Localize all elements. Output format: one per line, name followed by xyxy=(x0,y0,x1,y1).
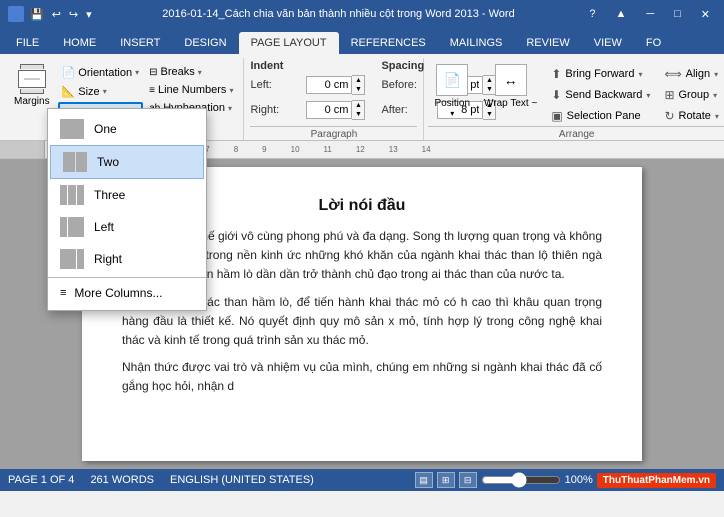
window-title: 2016-01-14_Cách chia văn bản thành nhiều… xyxy=(94,8,584,20)
column-left-icon xyxy=(60,217,84,237)
maximize-button[interactable]: □ xyxy=(668,6,687,23)
help-button[interactable]: ? xyxy=(583,6,601,23)
quick-access-toolbar: 💾 ↩ ↪ ▾ xyxy=(28,8,94,21)
align-button[interactable]: ⟺ Align ▾ xyxy=(658,64,724,84)
indent-left-up[interactable]: ▲ xyxy=(352,76,364,85)
view-full-button[interactable]: ⊞ xyxy=(437,472,455,488)
view-print-button[interactable]: ▤ xyxy=(415,472,433,488)
column-right-label: Right xyxy=(94,252,122,266)
indent-right-down[interactable]: ▼ xyxy=(352,110,364,119)
column-left-label: Left xyxy=(94,220,114,234)
column-three-label: Three xyxy=(94,188,125,202)
ribbon-collapse-button[interactable]: ▲ xyxy=(609,6,632,23)
tab-design[interactable]: DESIGN xyxy=(172,32,238,54)
position-label: Position xyxy=(434,98,470,109)
save-button[interactable]: 💾 xyxy=(28,8,46,21)
column-two-option[interactable]: Two xyxy=(50,145,204,179)
column-two-icon xyxy=(63,152,87,172)
wrap-text-button[interactable]: ↔ Wrap Text ~ xyxy=(478,60,543,113)
tab-insert[interactable]: INSERT xyxy=(108,32,172,54)
column-one-option[interactable]: One xyxy=(48,113,206,145)
more-columns-option[interactable]: ≡ More Columns... xyxy=(48,280,206,306)
zoom-slider[interactable] xyxy=(481,474,561,486)
breaks-button[interactable]: ⊟ Breaks ▾ xyxy=(145,64,237,80)
tab-references[interactable]: REFERENCES xyxy=(339,32,438,54)
indent-left-down[interactable]: ▼ xyxy=(352,85,364,94)
bring-forward-label: Bring Forward xyxy=(565,68,634,80)
column-three-option[interactable]: Three xyxy=(48,179,206,211)
status-left: PAGE 1 OF 4 261 WORDS ENGLISH (UNITED ST… xyxy=(8,474,314,486)
column-left-option[interactable]: Left xyxy=(48,211,206,243)
wrap-text-label: Wrap Text ~ xyxy=(484,98,537,109)
send-backward-label: Send Backward xyxy=(565,89,642,101)
tab-home[interactable]: HOME xyxy=(51,32,108,54)
tab-file[interactable]: FILE xyxy=(4,32,51,54)
tab-view[interactable]: VIEW xyxy=(582,32,634,54)
group-objects-button[interactable]: ⊞ Group ▾ xyxy=(658,85,724,105)
indent-left-input[interactable] xyxy=(306,76,352,94)
status-bar: PAGE 1 OF 4 261 WORDS ENGLISH (UNITED ST… xyxy=(0,469,724,491)
selection-pane-button[interactable]: ▣ Selection Pane xyxy=(545,106,656,126)
dropdown-divider xyxy=(48,277,206,278)
line-numbers-button[interactable]: ≡ Line Numbers ▾ xyxy=(145,82,237,98)
orientation-button[interactable]: 📄 Orientation ▾ xyxy=(58,64,144,81)
more-columns-label: More Columns... xyxy=(74,286,162,300)
position-button[interactable]: 📄 Position ▾ xyxy=(428,60,476,122)
zoom-level: 100% xyxy=(565,474,593,486)
column-right-icon xyxy=(60,249,84,269)
title-bar-controls: ? ▲ ─ □ ✕ xyxy=(583,6,716,23)
paragraph-group-label: Paragraph xyxy=(250,126,417,140)
bring-forward-button[interactable]: ⬆ Bring Forward ▾ xyxy=(545,64,656,84)
tab-fo[interactable]: FO xyxy=(634,32,673,54)
column-two-label: Two xyxy=(97,155,119,169)
rotate-button[interactable]: ↻ Rotate ▾ xyxy=(658,106,724,126)
tab-mailings[interactable]: MAILINGS xyxy=(438,32,515,54)
title-bar-left: 💾 ↩ ↪ ▾ xyxy=(8,6,94,22)
customize-button[interactable]: ▾ xyxy=(84,8,94,21)
redo-button[interactable]: ↪ xyxy=(67,8,80,21)
undo-button[interactable]: ↩ xyxy=(50,8,63,21)
status-right: ▤ ⊞ ⊟ 100% ThuThuatPhanMem.vn xyxy=(415,472,716,488)
group-arrange: 📄 Position ▾ ↔ Wrap Text ~ ⬆ Bring Forwa… xyxy=(424,58,724,140)
orientation-label: Orientation xyxy=(78,67,132,79)
size-label: Size xyxy=(78,86,99,98)
indent-right-label: Right: xyxy=(250,104,302,116)
selection-pane-label: Selection Pane xyxy=(567,110,641,122)
word-count: 261 WORDS xyxy=(90,474,154,486)
language: ENGLISH (UNITED STATES) xyxy=(170,474,314,486)
group-indent-spacing: Indent Left: ▲ ▼ Right: xyxy=(244,58,424,140)
tab-review[interactable]: REVIEW xyxy=(514,32,581,54)
ruler-margin-left xyxy=(0,141,45,159)
arrange-group-label: Arrange xyxy=(428,126,724,140)
view-web-button[interactable]: ⊟ xyxy=(459,472,477,488)
size-button[interactable]: 📐 Size ▾ xyxy=(58,83,144,100)
margins-label: Margins xyxy=(14,96,50,107)
indent-right-input[interactable] xyxy=(306,101,352,119)
indent-left-label: Left: xyxy=(250,79,302,91)
column-three-icon xyxy=(60,185,84,205)
column-one-label: One xyxy=(94,122,117,136)
column-right-option[interactable]: Right xyxy=(48,243,206,275)
minimize-button[interactable]: ─ xyxy=(640,6,660,23)
page-count: PAGE 1 OF 4 xyxy=(8,474,74,486)
word-icon xyxy=(8,6,24,22)
title-bar: 💾 ↩ ↪ ▾ 2016-01-14_Cách chia văn bản thà… xyxy=(0,0,724,28)
margins-button[interactable]: Margins xyxy=(8,60,56,111)
indent-header: Indent xyxy=(250,60,365,72)
ribbon-tab-bar: FILE HOME INSERT DESIGN PAGE LAYOUT REFE… xyxy=(0,28,724,54)
column-one-icon xyxy=(60,119,84,139)
send-backward-button[interactable]: ⬇ Send Backward ▾ xyxy=(545,85,656,105)
tab-page-layout[interactable]: PAGE LAYOUT xyxy=(239,32,339,54)
columns-dropdown: One Two Three Left Right ≡ M xyxy=(47,108,207,311)
close-button[interactable]: ✕ xyxy=(695,6,716,23)
indent-right-up[interactable]: ▲ xyxy=(352,101,364,110)
logo-badge: ThuThuatPhanMem.vn xyxy=(597,473,716,488)
